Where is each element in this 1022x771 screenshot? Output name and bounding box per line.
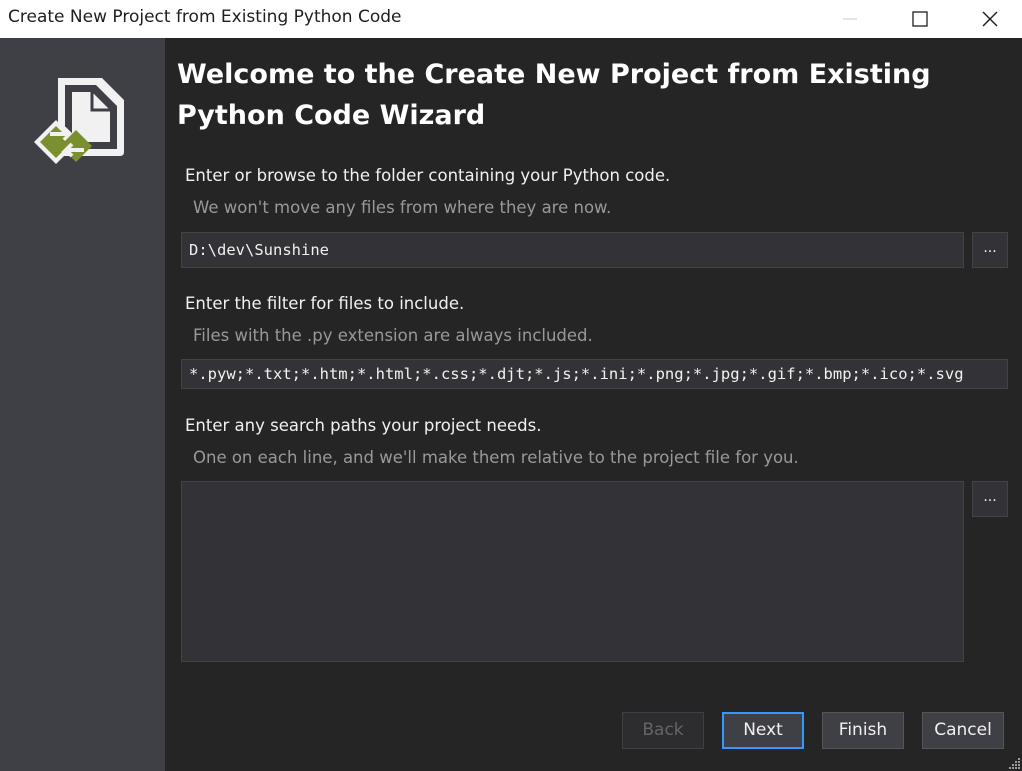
filter-hint: Files with the .py extension are always … [193, 326, 593, 345]
title-bar: Create New Project from Existing Python … [0, 0, 1022, 38]
wizard-heading: Welcome to the Create New Project from E… [177, 59, 931, 131]
folder-hint: We won't move any files from where they … [193, 198, 612, 217]
folder-label: Enter or browse to the folder containing… [185, 166, 671, 185]
search-paths-hint: One on each line, and we'll make them re… [193, 448, 799, 467]
minimize-icon [843, 18, 857, 20]
cancel-button[interactable]: Cancel [922, 712, 1004, 749]
resize-grip-icon[interactable] [1007, 756, 1021, 770]
close-icon [982, 11, 998, 27]
maximize-button[interactable] [890, 0, 950, 38]
close-button[interactable] [960, 0, 1020, 38]
minimize-button[interactable] [820, 0, 880, 38]
python-project-import-icon [30, 74, 130, 178]
back-button[interactable]: Back [622, 712, 704, 749]
folder-input-value: D:\dev\Sunshine [189, 241, 329, 259]
window-title: Create New Project from Existing Python … [8, 7, 402, 27]
filter-label: Enter the filter for files to include. [185, 294, 465, 313]
filter-input[interactable]: *.pyw;*.txt;*.htm;*.html;*.css;*.djt;*.j… [181, 359, 1008, 389]
folder-input[interactable]: D:\dev\Sunshine [181, 232, 964, 268]
finish-button[interactable]: Finish [822, 712, 904, 749]
search-paths-textarea[interactable] [181, 481, 964, 662]
maximize-icon [912, 11, 928, 27]
wizard-content: Welcome to the Create New Project from E… [165, 38, 1022, 771]
filter-input-value: *.pyw;*.txt;*.htm;*.html;*.css;*.djt;*.j… [189, 365, 964, 383]
search-paths-label: Enter any search paths your project need… [185, 416, 542, 435]
next-button[interactable]: Next [722, 712, 804, 749]
wizard-sidebar [0, 38, 165, 771]
browse-search-path-button[interactable]: ... [972, 481, 1008, 517]
browse-folder-button[interactable]: ... [972, 232, 1008, 268]
